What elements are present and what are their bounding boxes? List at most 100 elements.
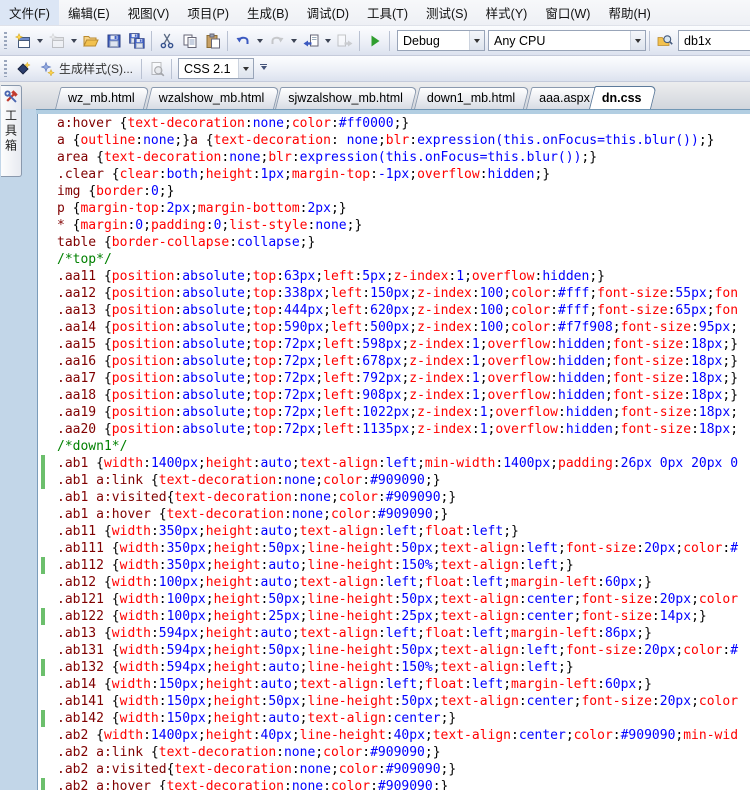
code-line-31[interactable]: .ab13 {width:594px;height:auto;text-alig… <box>38 625 750 642</box>
configuration-combobox[interactable]: Debug <box>397 30 485 51</box>
menu-item-11[interactable]: 帮助(H) <box>599 0 659 25</box>
code-text: a {outline:none;}a {text-decoration: non… <box>57 132 715 149</box>
code-line-17[interactable]: .aa18 {position:absolute;top:72px;left:9… <box>38 387 750 404</box>
style-builder-button[interactable] <box>11 58 34 80</box>
save-all-button[interactable] <box>125 30 148 52</box>
code-line-40[interactable]: .ab2 a:hover {text-decoration:none;color… <box>38 778 750 790</box>
toolbar-grip[interactable] <box>4 60 7 77</box>
code-line-37[interactable]: .ab2 {width:1400px;height:40px;line-heig… <box>38 727 750 744</box>
menu-item-10[interactable]: 窗口(W) <box>536 0 599 25</box>
menu-item-9[interactable]: 样式(Y) <box>477 0 537 25</box>
chevron-down-icon[interactable] <box>469 31 484 50</box>
code-line-8[interactable]: table {border-collapse:collapse;} <box>38 234 750 251</box>
cut-button[interactable] <box>155 30 178 52</box>
find-input[interactable] <box>678 30 750 51</box>
menu-item-7[interactable]: 工具(T) <box>358 0 417 25</box>
menu-item-1[interactable]: 文件(F) <box>0 0 59 25</box>
toolbox-collapsed-tab[interactable]: 工具箱 <box>1 85 22 177</box>
code-line-21[interactable]: .ab1 {width:1400px;height:auto;text-alig… <box>38 455 750 472</box>
change-bar-slot <box>41 591 45 608</box>
toolbar-grip[interactable] <box>4 32 7 49</box>
code-line-18[interactable]: .aa19 {position:absolute;top:72px;left:1… <box>38 404 750 421</box>
code-line-39[interactable]: .ab2 a:visited{text-decoration:none;colo… <box>38 761 750 778</box>
open-file-button[interactable] <box>79 30 102 52</box>
code-line-29[interactable]: .ab121 {width:100px;height:50px;line-hei… <box>38 591 750 608</box>
code-text: .ab141 {width:150px;height:50px;line-hei… <box>57 693 738 710</box>
chevron-down-icon[interactable] <box>238 59 253 78</box>
code-line-13[interactable]: .aa14 {position:absolute;top:590px;left:… <box>38 319 750 336</box>
menu-item-6[interactable]: 调试(D) <box>298 0 358 25</box>
code-text: .ab2 a:visited{text-decoration:none;colo… <box>57 761 456 778</box>
code-line-6[interactable]: p {margin-top:2px;margin-bottom:2px;} <box>38 200 750 217</box>
code-line-36[interactable]: .ab142 {width:150px;height:auto;text-ali… <box>38 710 750 727</box>
code-line-27[interactable]: .ab112 {width:350px;height:auto;line-hei… <box>38 557 750 574</box>
add-item-dropdown[interactable] <box>68 30 79 52</box>
code-line-12[interactable]: .aa13 {position:absolute;top:444px;left:… <box>38 302 750 319</box>
platform-combobox[interactable]: Any CPU <box>488 30 646 51</box>
menu-item-5[interactable]: 生成(B) <box>238 0 298 25</box>
code-text: /*top*/ <box>57 251 112 268</box>
code-line-2[interactable]: a {outline:none;}a {text-decoration: non… <box>38 132 750 149</box>
code-line-22[interactable]: .ab1 a:link {text-decoration:none;color:… <box>38 472 750 489</box>
code-line-32[interactable]: .ab131 {width:594px;height:50px;line-hei… <box>38 642 750 659</box>
code-line-1[interactable]: a:hover {text-decoration:none;color:#ff0… <box>38 115 750 132</box>
code-text: .ab142 {width:150px;height:auto;text-ali… <box>57 710 456 727</box>
code-line-30[interactable]: .ab122 {width:100px;height:25px;line-hei… <box>38 608 750 625</box>
undo-button[interactable] <box>231 30 254 52</box>
css-schema-combobox[interactable]: CSS 2.1 <box>178 58 254 79</box>
code-line-26[interactable]: .ab111 {width:350px;height:50px;line-hei… <box>38 540 750 557</box>
tab-sjwzalshow_mb.html[interactable]: sjwzalshow_mb.html <box>275 87 412 109</box>
code-line-34[interactable]: .ab14 {width:150px;height:auto;text-alig… <box>38 676 750 693</box>
code-line-25[interactable]: .ab11 {width:350px;height:auto;text-alig… <box>38 523 750 540</box>
code-editor[interactable]: a:hover {text-decoration:none;color:#ff0… <box>37 114 750 790</box>
code-line-28[interactable]: .ab12 {width:100px;height:auto;text-alig… <box>38 574 750 591</box>
code-line-23[interactable]: .ab1 a:visited{text-decoration:none;colo… <box>38 489 750 506</box>
code-text: * {margin:0;padding:0;list-style:none;} <box>57 217 362 234</box>
code-line-38[interactable]: .ab2 a:link {text-decoration:none;color:… <box>38 744 750 761</box>
paste-button[interactable] <box>201 30 224 52</box>
code-text: .ab1 a:link {text-decoration:none;color:… <box>57 472 441 489</box>
change-bar <box>41 710 45 727</box>
copy-button[interactable] <box>178 30 201 52</box>
code-line-7[interactable]: * {margin:0;padding:0;list-style:none;} <box>38 217 750 234</box>
menu-item-2[interactable]: 编辑(E) <box>59 0 119 25</box>
chevron-down-icon[interactable] <box>630 31 645 50</box>
code-line-14[interactable]: .aa15 {position:absolute;top:72px;left:5… <box>38 336 750 353</box>
change-bar-slot <box>41 217 45 234</box>
code-line-9[interactable]: /*top*/ <box>38 251 750 268</box>
change-bar-slot <box>41 387 45 404</box>
change-bar-slot <box>41 506 45 523</box>
navigate-backward-button[interactable] <box>299 30 322 52</box>
redo-dropdown[interactable] <box>288 30 299 52</box>
toolbar-options-button[interactable] <box>257 58 270 80</box>
find-in-files-button[interactable] <box>653 30 676 52</box>
navigate-backward-dropdown[interactable] <box>322 30 333 52</box>
change-bar <box>41 778 45 790</box>
code-line-35[interactable]: .ab141 {width:150px;height:50px;line-hei… <box>38 693 750 710</box>
code-line-5[interactable]: img {border:0;} <box>38 183 750 200</box>
build-style-button[interactable]: 生成样式(S)... <box>34 58 138 80</box>
code-line-33[interactable]: .ab132 {width:594px;height:auto;line-hei… <box>38 659 750 676</box>
code-line-19[interactable]: .aa20 {position:absolute;top:72px;left:1… <box>38 421 750 438</box>
tab-wz_mb.html[interactable]: wz_mb.html <box>55 87 144 109</box>
tab-dn.css[interactable]: dn.css <box>589 86 651 109</box>
code-text: .ab12 {width:100px;height:auto;text-alig… <box>57 574 652 591</box>
code-line-10[interactable]: .aa11 {position:absolute;top:63px;left:5… <box>38 268 750 285</box>
code-line-3[interactable]: area {text-decoration:none;blr:expressio… <box>38 149 750 166</box>
new-project-button[interactable] <box>11 30 34 52</box>
code-line-24[interactable]: .ab1 a:hover {text-decoration:none;color… <box>38 506 750 523</box>
start-debugging-button[interactable] <box>363 30 386 52</box>
code-line-20[interactable]: /*down1*/ <box>38 438 750 455</box>
code-line-16[interactable]: .aa17 {position:absolute;top:72px;left:7… <box>38 370 750 387</box>
code-line-4[interactable]: .clear {clear:both;height:1px;margin-top… <box>38 166 750 183</box>
new-project-dropdown[interactable] <box>34 30 45 52</box>
menu-item-3[interactable]: 视图(V) <box>119 0 179 25</box>
save-button[interactable] <box>102 30 125 52</box>
tab-down1_mb.html[interactable]: down1_mb.html <box>414 87 524 109</box>
menu-item-8[interactable]: 测试(S) <box>417 0 477 25</box>
code-line-15[interactable]: .aa16 {position:absolute;top:72px;left:6… <box>38 353 750 370</box>
code-line-11[interactable]: .aa12 {position:absolute;top:338px;left:… <box>38 285 750 302</box>
tab-wzalshow_mb.html[interactable]: wzalshow_mb.html <box>146 87 274 109</box>
menu-item-4[interactable]: 项目(P) <box>178 0 238 25</box>
undo-dropdown[interactable] <box>254 30 265 52</box>
